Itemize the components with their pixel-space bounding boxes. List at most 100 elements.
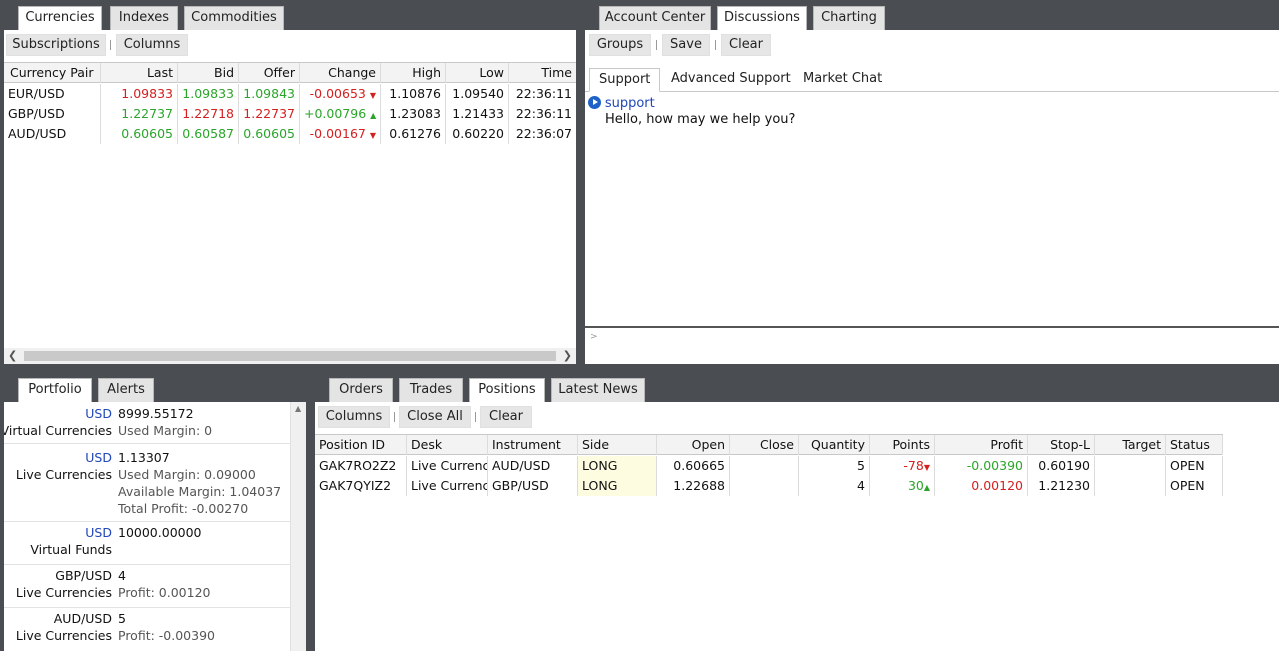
cell-last: 1.09833 [101, 84, 178, 104]
col-last[interactable]: Last [101, 63, 178, 83]
account-detail: Available Margin: 1.04037 [118, 484, 282, 499]
col-status[interactable]: Status [1166, 435, 1223, 455]
tab-commodities[interactable]: Commodities [184, 6, 284, 30]
cell-bid[interactable]: 0.60587 [178, 124, 239, 144]
col-close[interactable]: Close [730, 435, 799, 455]
chat-input[interactable]: > [585, 326, 1279, 364]
tab-trades[interactable]: Trades [399, 378, 463, 402]
tab-discussions[interactable]: Discussions [717, 6, 807, 31]
positions-grid-header: Position ID Desk Instrument Side Open Cl… [315, 434, 1223, 455]
portfolio-item[interactable]: USD 10000.00000 Virtual Funds [4, 523, 290, 565]
col-side[interactable]: Side [578, 435, 657, 455]
col-instrument[interactable]: Instrument [488, 435, 578, 455]
scroll-up-icon[interactable]: ▲ [295, 404, 301, 413]
col-offer[interactable]: Offer [239, 63, 300, 83]
points-value: 30 [907, 478, 924, 493]
col-currency-pair[interactable]: Currency Pair [4, 63, 101, 83]
scroll-right-icon[interactable]: ❯ [563, 348, 572, 364]
tab-currencies[interactable]: Currencies [18, 6, 102, 31]
cell-target[interactable] [1095, 456, 1166, 476]
currency-row-gbpusd[interactable]: GBP/USD 1.22737 1.22718 1.22737 +0.00796… [4, 104, 576, 124]
tab-alerts[interactable]: Alerts [98, 378, 154, 402]
cell-offer[interactable]: 0.60605 [239, 124, 300, 144]
cell-points: -78▼ [870, 456, 935, 476]
col-profit[interactable]: Profit [935, 435, 1028, 455]
subscriptions-button[interactable]: Subscriptions [6, 34, 106, 56]
clear-button[interactable]: Clear [480, 406, 532, 428]
currencies-grid-header: Currency Pair Last Bid Offer Change High… [4, 62, 576, 83]
cell-offer[interactable]: 1.09843 [239, 84, 300, 104]
portfolio-tabbar: Portfolio Alerts [4, 378, 306, 403]
tab-account-center[interactable]: Account Center [599, 6, 711, 30]
account-currency: USD [85, 525, 112, 540]
account-name: Live Currencies [15, 628, 112, 643]
cell-target[interactable] [1095, 476, 1166, 496]
cell-stop-loss[interactable]: 1.21230 [1028, 476, 1095, 496]
portfolio-item[interactable]: USD 1.13307 Live Currencies Used Margin:… [4, 445, 290, 522]
col-stop-loss[interactable]: Stop-L [1028, 435, 1095, 455]
save-button[interactable]: Save [662, 34, 710, 56]
col-target[interactable]: Target [1095, 435, 1166, 455]
chat-message: support Hello, how may we help you? [588, 96, 795, 127]
cell-status: OPEN [1166, 456, 1223, 476]
tab-indexes[interactable]: Indexes [110, 6, 178, 30]
col-position-id[interactable]: Position ID [315, 435, 407, 455]
tab-charting[interactable]: Charting [813, 6, 885, 30]
groups-button[interactable]: Groups [589, 34, 651, 56]
cell-time: 22:36:11 [515, 106, 572, 121]
currencies-horizontal-scrollbar[interactable]: ❮ ❯ [4, 348, 576, 364]
subtab-support[interactable]: Support [589, 68, 661, 92]
col-bid[interactable]: Bid [178, 63, 239, 83]
cell-last: 1.22737 [101, 104, 178, 124]
col-change[interactable]: Change [300, 63, 381, 83]
col-points[interactable]: Points [870, 435, 935, 455]
arrow-down-icon: ▼ [369, 91, 376, 100]
close-all-button[interactable]: Close All [399, 406, 471, 428]
cell-bid[interactable]: 1.09833 [178, 84, 239, 104]
col-quantity[interactable]: Quantity [799, 435, 870, 455]
cell-stop-loss[interactable]: 0.60190 [1028, 456, 1095, 476]
portfolio-item[interactable]: AUD/USD 5 Live Currencies Profit: -0.003… [4, 609, 290, 651]
columns-button[interactable]: Columns [116, 34, 188, 56]
position-row[interactable]: GAK7RO2Z2 Live Currencies AUD/USD LONG 0… [315, 456, 1223, 476]
toolbar-separator [715, 40, 716, 50]
tab-latest-news[interactable]: Latest News [551, 378, 645, 402]
tab-orders[interactable]: Orders [329, 378, 393, 402]
cell-profit: -0.00390 [935, 456, 1028, 476]
subtab-advanced-support[interactable]: Advanced Support [671, 68, 791, 90]
cell-low: 0.60220 [446, 124, 509, 144]
toolbar-separator [475, 412, 476, 422]
portfolio-item[interactable]: GBP/USD 4 Live Currencies Profit: 0.0012… [4, 566, 290, 608]
col-open[interactable]: Open [657, 435, 730, 455]
col-time[interactable]: Time [509, 63, 576, 83]
toolbar-separator [110, 40, 111, 50]
cell-desk: Live Currencies [407, 456, 488, 476]
portfolio-item[interactable]: USD 8999.55172 Virtual Currencies Used M… [4, 402, 290, 444]
account-name: Virtual Funds [30, 542, 112, 557]
portfolio-vertical-scrollbar[interactable]: ▲ [290, 402, 306, 651]
input-prompt: > [590, 332, 598, 342]
discussions-toolbar: Groups Save Clear [585, 30, 1279, 60]
col-high[interactable]: High [381, 63, 446, 83]
portfolio-content: USD 8999.55172 Virtual Currencies Used M… [4, 402, 306, 651]
currency-row-audusd[interactable]: AUD/USD 0.60605 0.60587 0.60605 -0.00167… [4, 124, 576, 144]
message-sender[interactable]: support [605, 96, 655, 111]
cell-offer[interactable]: 1.22737 [239, 104, 300, 124]
col-low[interactable]: Low [446, 63, 509, 83]
clear-button[interactable]: Clear [721, 34, 771, 56]
change-value: -0.00167 [309, 126, 366, 141]
scroll-left-icon[interactable]: ❮ [8, 348, 17, 364]
scrollbar-thumb[interactable] [24, 351, 556, 361]
currencies-tabbar: Currencies Indexes Commodities [4, 6, 576, 31]
col-desk[interactable]: Desk [407, 435, 488, 455]
account-name: Live Currencies [15, 467, 112, 482]
columns-button[interactable]: Columns [318, 406, 390, 428]
account-detail: Total Profit: -0.00270 [118, 501, 249, 516]
cell-bid[interactable]: 1.22718 [178, 104, 239, 124]
currency-row-eurusd[interactable]: EUR/USD 1.09833 1.09833 1.09843 -0.00653… [4, 84, 576, 104]
position-row[interactable]: GAK7QYIZ2 Live Currencies GBP/USD LONG 1… [315, 476, 1223, 496]
subtab-market-chat[interactable]: Market Chat [803, 68, 882, 90]
positions-panel: Orders Trades Positions Latest News Colu… [315, 378, 1279, 651]
tab-portfolio[interactable]: Portfolio [18, 378, 92, 403]
tab-positions[interactable]: Positions [469, 378, 545, 403]
